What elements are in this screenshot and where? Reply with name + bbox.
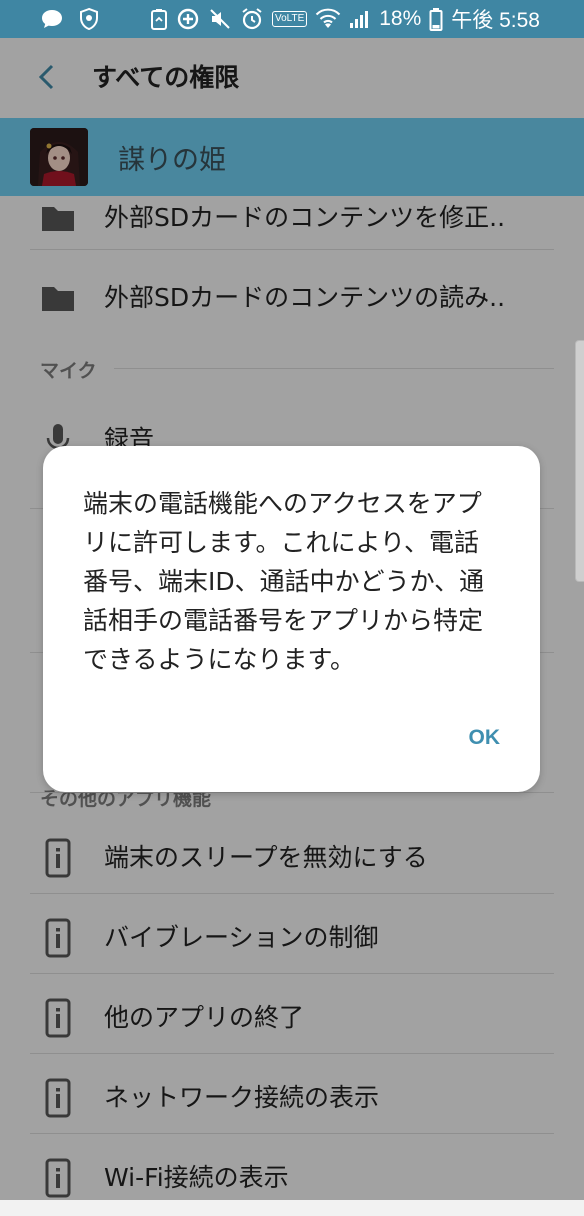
battery-percent: 18% xyxy=(379,7,422,30)
dialog-line: 話相手の電話番号をアプリから特定 xyxy=(83,606,484,635)
scrollbar[interactable] xyxy=(575,340,584,582)
status-time: 午後 5:58 xyxy=(451,9,540,32)
dialog-line: 番号、端末ID、通話中かどうか、通 xyxy=(83,567,485,596)
signal-icon xyxy=(349,9,371,29)
shield-icon xyxy=(78,7,100,31)
dialog-line: できるようになります。 xyxy=(83,645,356,674)
dialog-message: 端末の電話機能へのアクセスをアプ リに許可します。これにより、電話 番号、端末I… xyxy=(83,484,513,679)
status-bar: VoLTE 18% 午後 5:58 xyxy=(0,0,584,38)
wifi-icon xyxy=(315,8,341,30)
permission-dialog: 端末の電話機能へのアクセスをアプ リに許可します。これにより、電話 番号、端末I… xyxy=(43,446,540,792)
dialog-line: リに許可します。これにより、電話 xyxy=(83,528,480,557)
chat-bubble-icon xyxy=(40,8,64,30)
volte-icon: VoLTE xyxy=(271,11,308,27)
data-saver-icon xyxy=(176,7,200,31)
battery-icon xyxy=(429,7,443,31)
alarm-icon xyxy=(240,7,264,31)
recycle-icon xyxy=(150,8,168,30)
ok-button[interactable]: OK xyxy=(469,726,501,750)
mute-icon xyxy=(208,8,232,30)
dialog-line: 端末の電話機能へのアクセスをアプ xyxy=(83,489,482,518)
